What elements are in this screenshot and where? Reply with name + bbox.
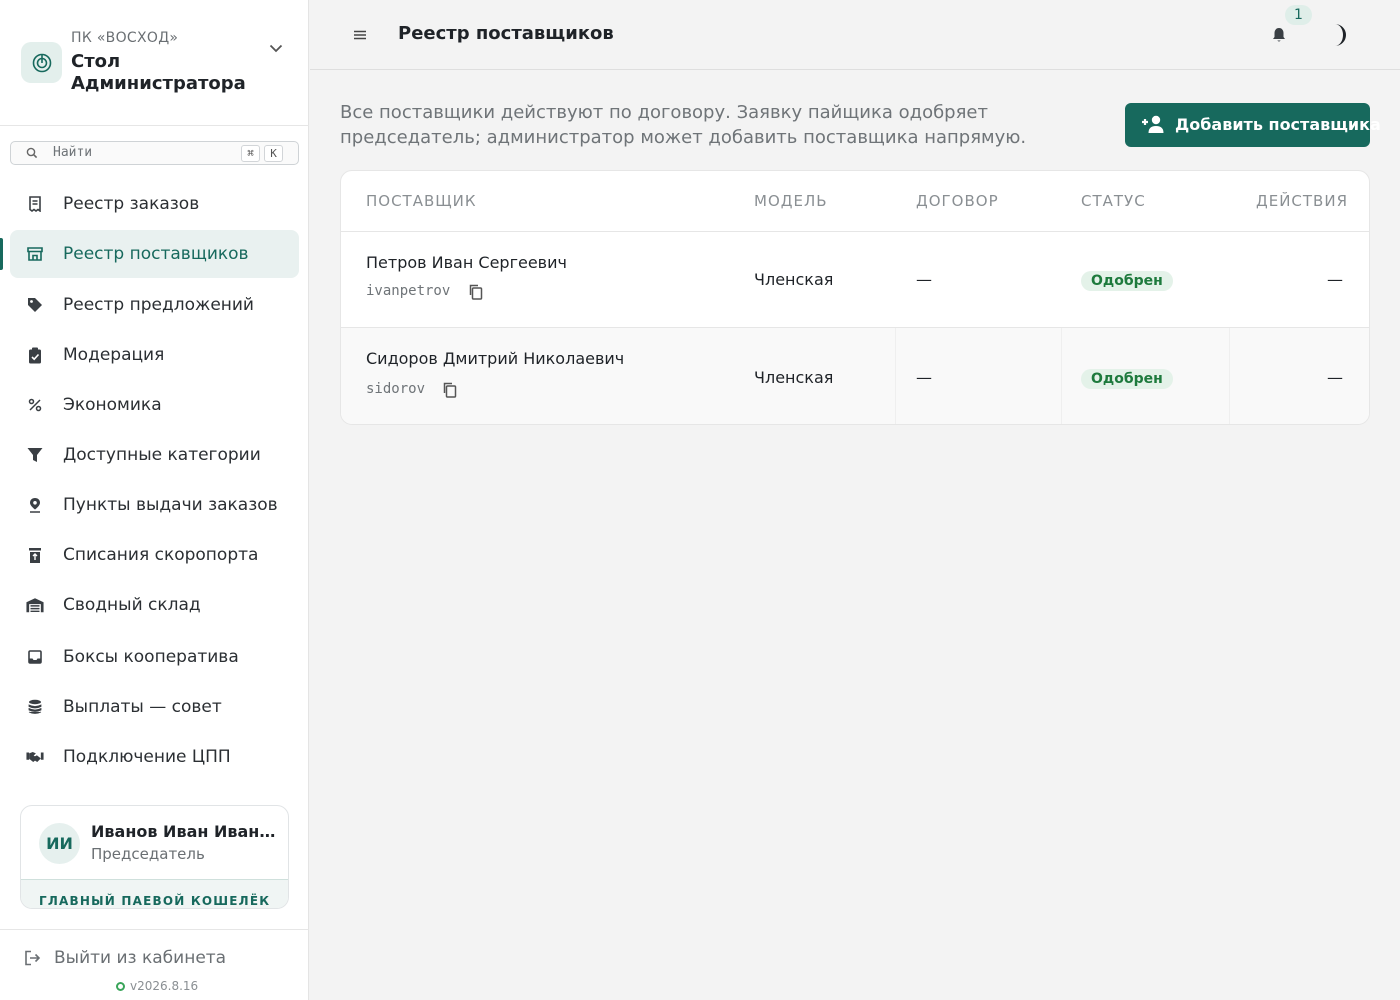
- supplier-contract: —: [916, 270, 932, 289]
- shortcut-cmd-key: ⌘: [241, 145, 260, 162]
- sidebar-item-offers[interactable]: Реестр предложений: [10, 281, 299, 329]
- status-badge: Одобрен: [1081, 369, 1173, 389]
- supplier-name: Сидоров Дмитрий Николаевич: [366, 349, 625, 368]
- user-role: Председатель: [91, 845, 205, 863]
- column-divider: [895, 328, 896, 424]
- column-divider: [1229, 328, 1230, 424]
- org-title: Стол Администратора: [71, 51, 246, 94]
- sidebar-item-writeoffs[interactable]: Списания скоропорта: [10, 531, 299, 579]
- store-icon: [26, 245, 44, 263]
- tag-icon: [26, 296, 44, 314]
- add-user-icon: [1142, 115, 1164, 133]
- sidebar-footer: Выйти из кабинета v2026.8.16: [0, 929, 309, 1000]
- sidebar-item-label: Пункты выдачи заказов: [63, 495, 278, 515]
- column-header-status: СТАТУС: [1081, 192, 1146, 210]
- org-switcher[interactable]: ПК «ВОСХОД» Стол Администратора: [0, 0, 309, 126]
- search-placeholder: Найти: [53, 145, 93, 160]
- column-divider: [1061, 328, 1062, 424]
- column-header-supplier: ПОСТАВЩИК: [366, 192, 477, 210]
- supplier-login: sidorov: [366, 381, 426, 397]
- org-name: ПК «ВОСХОД»: [71, 30, 179, 46]
- column-header-actions: ДЕЙСТВИЯ: [1256, 192, 1348, 210]
- version-label: v2026.8.16: [116, 979, 198, 993]
- sidebar-item-economics[interactable]: Экономика: [10, 381, 299, 429]
- sidebar-item-label: Реестр предложений: [63, 295, 254, 315]
- logout-icon: [25, 950, 41, 966]
- table-row[interactable]: Сидоров Дмитрий Николаевич sidorov Членс…: [341, 327, 1369, 424]
- sidebar-item-moderation[interactable]: Модерация: [10, 331, 299, 379]
- wallet-label: ГЛАВНЫЙ ПАЕВОЙ КОШЕЛЁК: [39, 894, 271, 908]
- org-logo-icon: [21, 42, 62, 83]
- table-row[interactable]: Петров Иван Сергеевич ivanpetrov Членска…: [341, 231, 1369, 327]
- sidebar-item-payouts[interactable]: Выплаты — совет: [10, 683, 299, 731]
- map-pin-icon: [26, 496, 44, 514]
- sidebar-item-categories[interactable]: Доступные категории: [10, 431, 299, 479]
- intro-text: Все поставщики действуют по договору. За…: [340, 102, 1027, 148]
- search-icon: [26, 147, 38, 159]
- column-header-contract: ДОГОВОР: [916, 192, 999, 210]
- logout-button[interactable]: Выйти из кабинета: [24, 948, 226, 968]
- clipboard-check-icon: [26, 346, 44, 364]
- sidebar-item-pickup-points[interactable]: Пункты выдачи заказов: [10, 481, 299, 529]
- top-bar: Реестр поставщиков 1: [310, 0, 1400, 70]
- sidebar: ПК «ВОСХОД» Стол Администратора Найти ⌘ …: [0, 0, 309, 1000]
- add-supplier-label: Добавить поставщика: [1175, 115, 1381, 134]
- handshake-icon: [26, 748, 44, 766]
- version-text: v2026.8.16: [130, 979, 199, 993]
- sidebar-item-label: Подключение ЦПП: [63, 747, 231, 767]
- sidebar-item-suppliers[interactable]: Реестр поставщиков: [10, 230, 299, 278]
- supplier-login: ivanpetrov: [366, 283, 451, 299]
- shortcut-k-key: K: [264, 145, 283, 162]
- chevron-down-icon[interactable]: [266, 38, 286, 58]
- suppliers-table: ПОСТАВЩИК МОДЕЛЬ ДОГОВОР СТАТУС ДЕЙСТВИЯ…: [340, 170, 1370, 425]
- sidebar-item-label: Реестр поставщиков: [63, 244, 249, 264]
- wallet-link[interactable]: ГЛАВНЫЙ ПАЕВОЙ КОШЕЛЁК: [21, 879, 288, 908]
- moon-icon[interactable]: [1326, 22, 1350, 48]
- coins-icon: [26, 698, 44, 716]
- sidebar-item-label: Выплаты — совет: [63, 697, 222, 717]
- add-supplier-button[interactable]: Добавить поставщика: [1125, 103, 1381, 147]
- supplier-name: Петров Иван Сергеевич: [366, 253, 567, 272]
- sidebar-item-label: Реестр заказов: [63, 194, 200, 214]
- sidebar-item-label: Списания скоропорта: [63, 545, 259, 565]
- status-badge: Одобрен: [1081, 271, 1173, 291]
- inbox-icon: [26, 648, 44, 666]
- menu-icon[interactable]: [350, 25, 370, 45]
- sidebar-item-label: Сводный склад: [63, 595, 201, 615]
- user-name: Иванов Иван Иванович: [91, 822, 277, 841]
- sidebar-item-warehouse[interactable]: Сводный склад: [10, 581, 299, 629]
- trash-icon: [26, 546, 44, 564]
- sidebar-item-boxes[interactable]: Боксы кооператива: [10, 633, 299, 681]
- search-input[interactable]: Найти ⌘ K: [10, 141, 299, 165]
- sidebar-item-label: Боксы кооператива: [63, 647, 239, 667]
- sidebar-item-label: Экономика: [63, 395, 162, 415]
- bell-icon[interactable]: [1270, 26, 1288, 44]
- avatar: ИИ: [39, 823, 80, 864]
- page-title: Реестр поставщиков: [398, 23, 614, 44]
- copy-icon[interactable]: [441, 381, 459, 399]
- sidebar-item-cpp-connection[interactable]: Подключение ЦПП: [10, 733, 299, 781]
- supplier-model: Членская: [754, 270, 834, 289]
- percent-icon: [26, 396, 44, 414]
- user-card[interactable]: ИИ Иванов Иван Иванович Председатель ГЛА…: [20, 805, 289, 909]
- copy-icon[interactable]: [467, 283, 485, 301]
- notification-badge: 1: [1285, 5, 1312, 25]
- row-actions: —: [1327, 368, 1343, 387]
- supplier-contract: —: [916, 368, 932, 387]
- sidebar-item-label: Доступные категории: [63, 445, 261, 465]
- column-header-model: МОДЕЛЬ: [754, 192, 828, 210]
- row-actions: —: [1327, 270, 1343, 289]
- sidebar-item-orders[interactable]: Реестр заказов: [10, 180, 299, 228]
- receipt-icon: [26, 195, 44, 213]
- logout-label: Выйти из кабинета: [54, 948, 227, 968]
- warehouse-icon: [26, 596, 44, 614]
- supplier-model: Членская: [754, 368, 834, 387]
- filter-icon: [26, 446, 44, 464]
- active-indicator: [0, 238, 3, 270]
- status-dot-icon: [116, 981, 125, 991]
- sidebar-item-label: Модерация: [63, 345, 165, 365]
